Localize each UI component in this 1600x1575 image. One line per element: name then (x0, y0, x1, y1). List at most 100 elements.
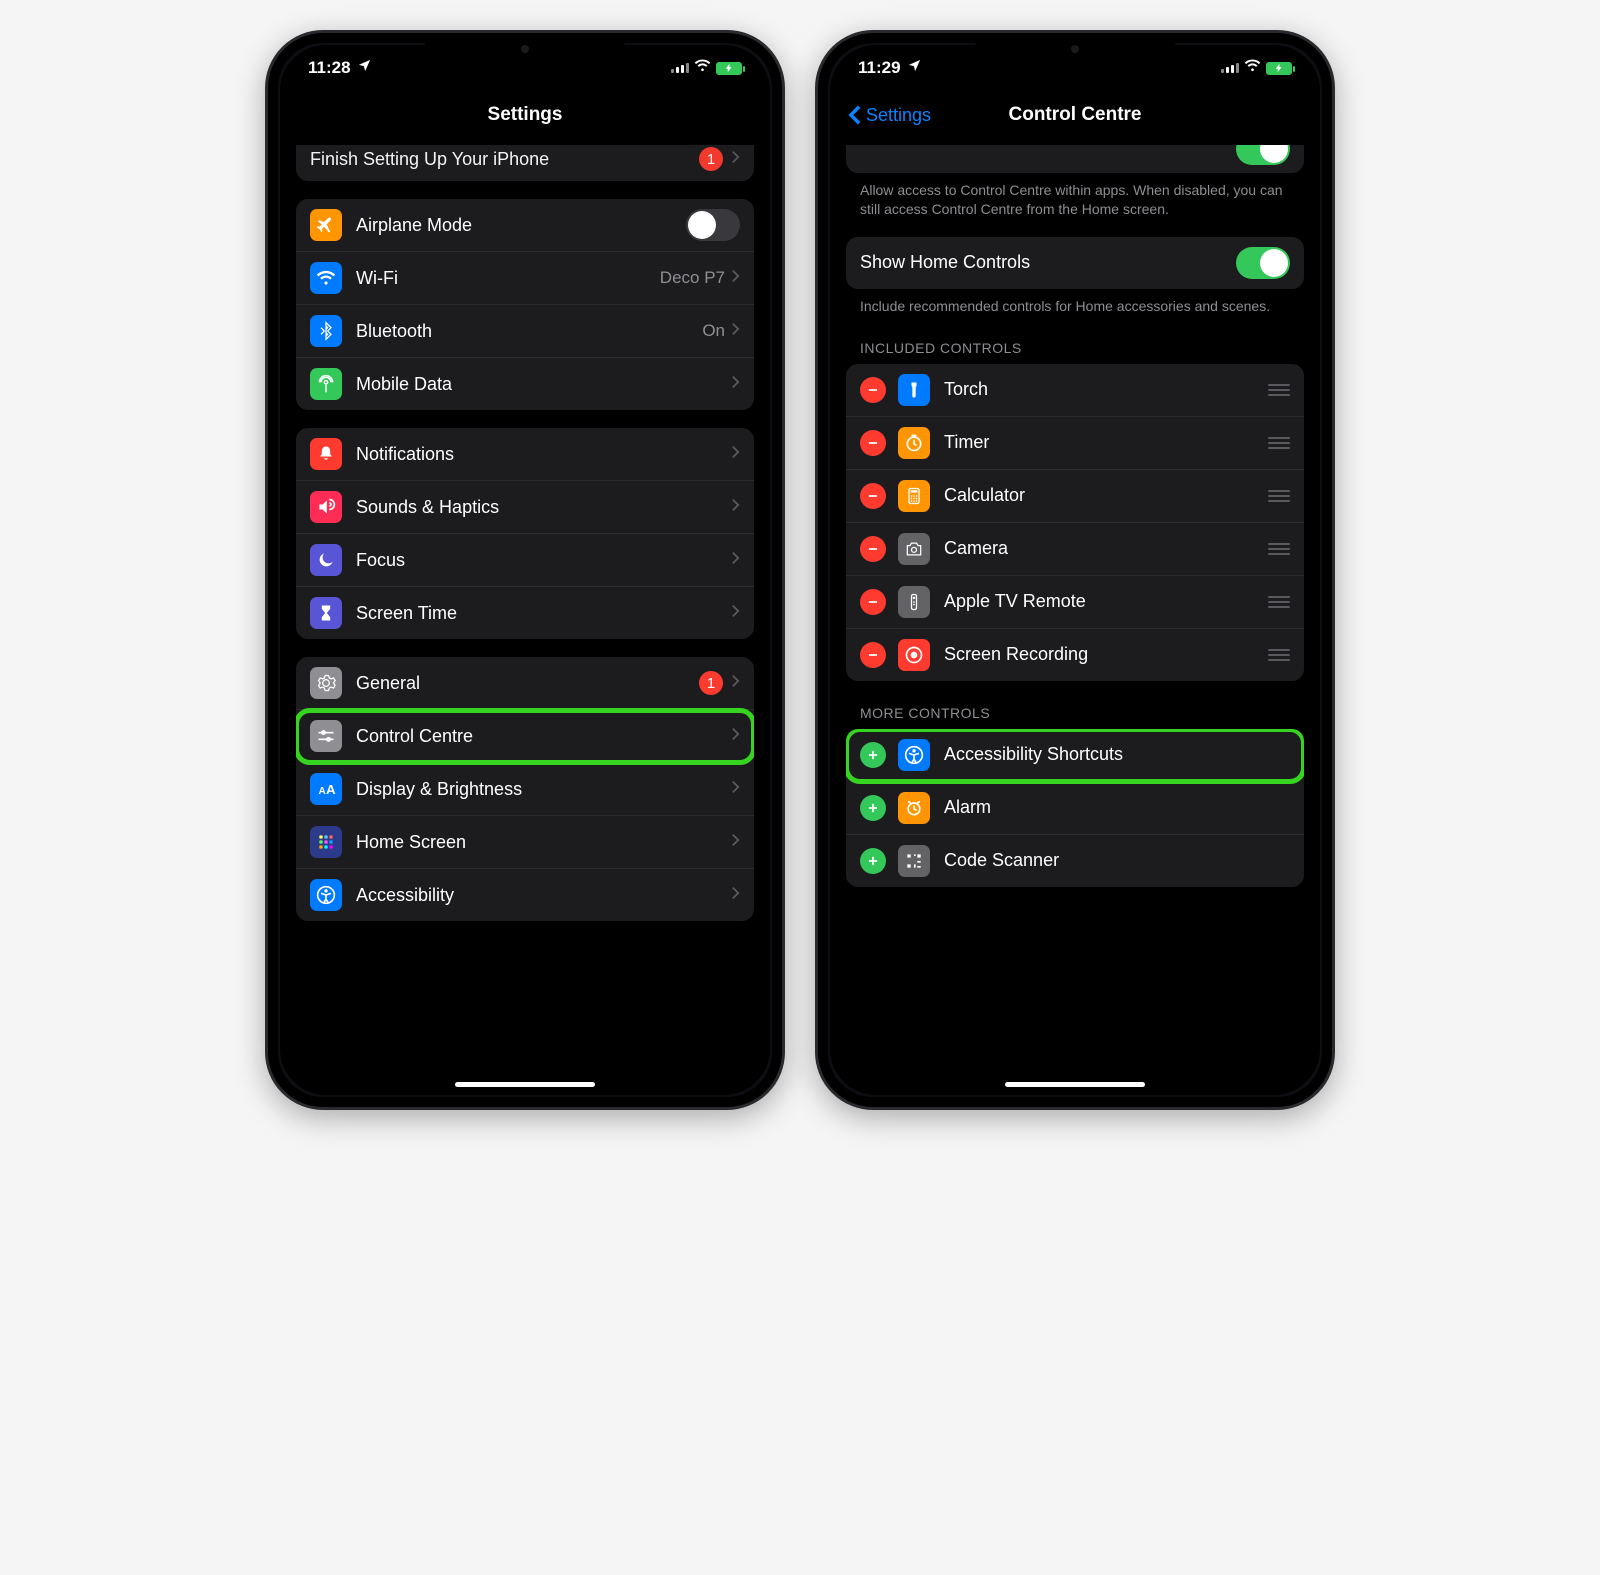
row-label: Screen Recording (944, 644, 1268, 665)
row-label: Calculator (944, 485, 1268, 506)
row-general[interactable]: General 1 (296, 657, 754, 710)
row-label: Bluetooth (356, 321, 702, 342)
row-label: Code Scanner (944, 850, 1290, 871)
row-finish-setup[interactable]: Finish Setting Up Your iPhone 1 (296, 145, 754, 181)
alerts-group: Notifications Sounds & Haptics Focus Scr… (296, 428, 754, 639)
row-label: Sounds & Haptics (356, 497, 731, 518)
row-home-screen[interactable]: Home Screen (296, 816, 754, 869)
row-timer[interactable]: Timer (846, 417, 1304, 470)
row-screen-time[interactable]: Screen Time (296, 587, 754, 639)
row-mobile-data[interactable]: Mobile Data (296, 358, 754, 410)
row-label: Airplane Mode (356, 215, 686, 236)
row-accessibility[interactable]: Accessibility (296, 869, 754, 921)
back-button[interactable]: Settings (848, 104, 931, 126)
gear-icon (310, 667, 342, 699)
row-show-home-controls[interactable]: Show Home Controls (846, 237, 1304, 289)
drag-handle-icon[interactable] (1268, 384, 1290, 396)
row-label: Focus (356, 550, 731, 571)
system-group: General 1 Control Centre AA Display & Br… (296, 657, 754, 921)
remove-button[interactable] (860, 589, 886, 615)
chevron-right-icon (731, 149, 740, 170)
drag-handle-icon[interactable] (1268, 649, 1290, 661)
row-torch[interactable]: Torch (846, 364, 1304, 417)
home-indicator[interactable] (455, 1082, 595, 1087)
record-icon (898, 639, 930, 671)
row-apple-tv-remote[interactable]: Apple TV Remote (846, 576, 1304, 629)
battery-icon (1266, 62, 1292, 75)
torch-icon (898, 374, 930, 406)
camera-icon (898, 533, 930, 565)
row-label: Camera (944, 538, 1268, 559)
row-value: On (702, 321, 725, 341)
row-value: Deco P7 (660, 268, 725, 288)
home-indicator[interactable] (1005, 1082, 1145, 1087)
row-notifications[interactable]: Notifications (296, 428, 754, 481)
row-label: Notifications (356, 444, 731, 465)
remove-button[interactable] (860, 483, 886, 509)
svg-text:A: A (326, 782, 336, 797)
remove-button[interactable] (860, 642, 886, 668)
badge: 1 (699, 147, 723, 171)
row-display-brightness[interactable]: AA Display & Brightness (296, 763, 754, 816)
wifi-icon (1244, 57, 1261, 79)
chevron-right-icon (731, 726, 740, 747)
row-access-within-apps[interactable] (846, 145, 1304, 173)
row-wifi[interactable]: Wi-Fi Deco P7 (296, 252, 754, 305)
bluetooth-icon (310, 315, 342, 347)
chevron-right-icon (731, 497, 740, 518)
row-label: General (356, 673, 699, 694)
chevron-left-icon (848, 104, 862, 126)
add-button[interactable] (860, 742, 886, 768)
accessibility-icon (310, 879, 342, 911)
row-label: Finish Setting Up Your iPhone (310, 149, 699, 170)
svg-text:A: A (319, 786, 326, 797)
setup-group: Finish Setting Up Your iPhone 1 (296, 145, 754, 181)
remove-button[interactable] (860, 377, 886, 403)
row-label: Screen Time (356, 603, 731, 624)
row-label: Display & Brightness (356, 779, 731, 800)
battery-icon (716, 62, 742, 75)
row-label: Wi-Fi (356, 268, 660, 289)
row-alarm[interactable]: Alarm (846, 782, 1304, 835)
drag-handle-icon[interactable] (1268, 490, 1290, 502)
add-button[interactable] (860, 795, 886, 821)
accessibility-icon (898, 739, 930, 771)
airplane-toggle[interactable] (686, 209, 740, 241)
drag-handle-icon[interactable] (1268, 596, 1290, 608)
drag-handle-icon[interactable] (1268, 543, 1290, 555)
remove-button[interactable] (860, 536, 886, 562)
row-accessibility-shortcuts[interactable]: Accessibility Shortcuts (846, 729, 1304, 782)
home-controls-toggle[interactable] (1236, 247, 1290, 279)
notch (975, 33, 1175, 65)
row-control-centre[interactable]: Control Centre (296, 710, 754, 763)
row-label: Torch (944, 379, 1268, 400)
row-bluetooth[interactable]: Bluetooth On (296, 305, 754, 358)
location-icon (357, 58, 372, 78)
connectivity-group: Airplane Mode Wi-Fi Deco P7 Bluetooth On (296, 199, 754, 410)
add-button[interactable] (860, 848, 886, 874)
drag-handle-icon[interactable] (1268, 437, 1290, 449)
chevron-right-icon (731, 603, 740, 624)
remove-button[interactable] (860, 430, 886, 456)
access-toggle[interactable] (1236, 145, 1290, 165)
sliders-icon (310, 720, 342, 752)
row-focus[interactable]: Focus (296, 534, 754, 587)
bell-icon (310, 438, 342, 470)
row-code-scanner[interactable]: Code Scanner (846, 835, 1304, 887)
alarm-icon (898, 792, 930, 824)
hourglass-icon (310, 597, 342, 629)
row-camera[interactable]: Camera (846, 523, 1304, 576)
row-airplane-mode[interactable]: Airplane Mode (296, 199, 754, 252)
wifi-icon (694, 57, 711, 79)
back-label: Settings (866, 105, 931, 126)
notch (425, 33, 625, 65)
row-sounds[interactable]: Sounds & Haptics (296, 481, 754, 534)
row-label: Apple TV Remote (944, 591, 1268, 612)
chevron-right-icon (731, 832, 740, 853)
row-calculator[interactable]: Calculator (846, 470, 1304, 523)
chevron-right-icon (731, 550, 740, 571)
row-screen-recording[interactable]: Screen Recording (846, 629, 1304, 681)
nav-bar: Settings Control Centre (830, 91, 1320, 139)
remote-icon (898, 586, 930, 618)
chevron-right-icon (731, 885, 740, 906)
